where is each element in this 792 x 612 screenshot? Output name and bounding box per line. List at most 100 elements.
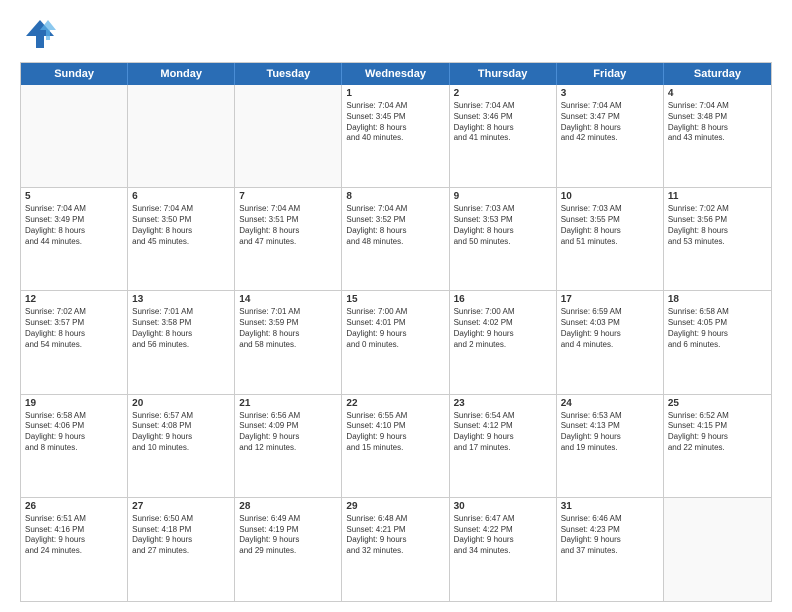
day-number: 26	[25, 501, 123, 512]
day-info: Sunrise: 6:58 AM Sunset: 4:05 PM Dayligh…	[668, 307, 767, 350]
day-cell-25: 25 Sunrise: 6:52 AM Sunset: 4:15 PM Dayli…	[664, 395, 771, 497]
day-info: Sunrise: 6:46 AM Sunset: 4:23 PM Dayligh…	[561, 514, 659, 557]
day-info: Sunrise: 6:57 AM Sunset: 4:08 PM Dayligh…	[132, 411, 230, 454]
day-info: Sunrise: 7:04 AM Sunset: 3:49 PM Dayligh…	[25, 204, 123, 247]
day-info: Sunrise: 6:52 AM Sunset: 4:15 PM Dayligh…	[668, 411, 767, 454]
day-number: 18	[668, 294, 767, 305]
header-day-sunday: Sunday	[21, 63, 128, 85]
header-day-saturday: Saturday	[664, 63, 771, 85]
day-cell-7: 7 Sunrise: 7:04 AM Sunset: 3:51 PM Daylig…	[235, 188, 342, 290]
day-cell-23: 23Sunrise: 6:54 AM Sunset: 4:12 PM Dayli…	[450, 395, 557, 497]
day-cell-18: 18 Sunrise: 6:58 AM Sunset: 4:05 PM Dayli…	[664, 291, 771, 393]
day-cell-30: 30 Sunrise: 6:47 AM Sunset: 4:22 PM Dayli…	[450, 498, 557, 601]
day-cell-11: 11 Sunrise: 7:02 AM Sunset: 3:56 PM Dayli…	[664, 188, 771, 290]
day-cell-20: 20 Sunrise: 6:57 AM Sunset: 4:08 PM Dayli…	[128, 395, 235, 497]
day-number: 17	[561, 294, 659, 305]
day-number: 3	[561, 88, 659, 99]
day-info: Sunrise: 6:47 AM Sunset: 4:22 PM Dayligh…	[454, 514, 552, 557]
day-info: Sunrise: 6:53 AM Sunset: 4:13 PM Dayligh…	[561, 411, 659, 454]
day-cell-8: 8 Sunrise: 7:04 AM Sunset: 3:52 PM Daylig…	[342, 188, 449, 290]
header-day-friday: Friday	[557, 63, 664, 85]
day-number: 9	[454, 191, 552, 202]
day-info: Sunrise: 7:04 AM Sunset: 3:46 PM Dayligh…	[454, 101, 552, 144]
day-info: Sunrise: 7:02 AM Sunset: 3:57 PM Dayligh…	[25, 307, 123, 350]
empty-cell	[235, 85, 342, 187]
empty-cell	[128, 85, 235, 187]
day-number: 29	[346, 501, 444, 512]
day-info: Sunrise: 6:58 AM Sunset: 4:06 PM Dayligh…	[25, 411, 123, 454]
day-cell-6: 6Sunrise: 7:04 AM Sunset: 3:50 PM Daylig…	[128, 188, 235, 290]
day-number: 24	[561, 398, 659, 409]
day-cell-21: 21 Sunrise: 6:56 AM Sunset: 4:09 PM Dayli…	[235, 395, 342, 497]
day-cell-19: 19 Sunrise: 6:58 AM Sunset: 4:06 PM Dayli…	[21, 395, 128, 497]
page: SundayMondayTuesdayWednesdayThursdayFrid…	[0, 0, 792, 612]
day-info: Sunrise: 7:03 AM Sunset: 3:55 PM Dayligh…	[561, 204, 659, 247]
calendar-header: SundayMondayTuesdayWednesdayThursdayFrid…	[21, 63, 771, 85]
day-info: Sunrise: 7:04 AM Sunset: 3:48 PM Dayligh…	[668, 101, 767, 144]
day-number: 4	[668, 88, 767, 99]
day-cell-27: 27 Sunrise: 6:50 AM Sunset: 4:18 PM Dayli…	[128, 498, 235, 601]
day-cell-14: 14 Sunrise: 7:01 AM Sunset: 3:59 PM Dayli…	[235, 291, 342, 393]
logo-icon	[20, 16, 56, 52]
day-cell-17: 17Sunrise: 6:59 AM Sunset: 4:03 PM Dayli…	[557, 291, 664, 393]
day-number: 7	[239, 191, 337, 202]
day-info: Sunrise: 7:04 AM Sunset: 3:52 PM Dayligh…	[346, 204, 444, 247]
day-number: 16	[454, 294, 552, 305]
logo	[20, 16, 60, 52]
day-number: 31	[561, 501, 659, 512]
day-info: Sunrise: 7:01 AM Sunset: 3:59 PM Dayligh…	[239, 307, 337, 350]
empty-cell	[21, 85, 128, 187]
day-cell-4: 4 Sunrise: 7:04 AM Sunset: 3:48 PM Daylig…	[664, 85, 771, 187]
week-row-4: 26 Sunrise: 6:51 AM Sunset: 4:16 PM Dayli…	[21, 498, 771, 601]
day-info: Sunrise: 6:49 AM Sunset: 4:19 PM Dayligh…	[239, 514, 337, 557]
day-info: Sunrise: 7:02 AM Sunset: 3:56 PM Dayligh…	[668, 204, 767, 247]
day-info: Sunrise: 7:04 AM Sunset: 3:47 PM Dayligh…	[561, 101, 659, 144]
day-number: 12	[25, 294, 123, 305]
day-number: 28	[239, 501, 337, 512]
day-number: 19	[25, 398, 123, 409]
day-number: 6	[132, 191, 230, 202]
day-number: 23	[454, 398, 552, 409]
calendar-body: 1 Sunrise: 7:04 AM Sunset: 3:45 PM Daylig…	[21, 85, 771, 601]
day-info: Sunrise: 7:04 AM Sunset: 3:45 PM Dayligh…	[346, 101, 444, 144]
day-number: 20	[132, 398, 230, 409]
header-day-wednesday: Wednesday	[342, 63, 449, 85]
day-number: 5	[25, 191, 123, 202]
day-number: 27	[132, 501, 230, 512]
week-row-2: 12 Sunrise: 7:02 AM Sunset: 3:57 PM Dayli…	[21, 291, 771, 394]
day-number: 11	[668, 191, 767, 202]
week-row-3: 19 Sunrise: 6:58 AM Sunset: 4:06 PM Dayli…	[21, 395, 771, 498]
day-info: Sunrise: 7:04 AM Sunset: 3:51 PM Dayligh…	[239, 204, 337, 247]
week-row-0: 1 Sunrise: 7:04 AM Sunset: 3:45 PM Daylig…	[21, 85, 771, 188]
header-day-thursday: Thursday	[450, 63, 557, 85]
day-cell-31: 31 Sunrise: 6:46 AM Sunset: 4:23 PM Dayli…	[557, 498, 664, 601]
day-cell-5: 5 Sunrise: 7:04 AM Sunset: 3:49 PM Daylig…	[21, 188, 128, 290]
day-info: Sunrise: 6:50 AM Sunset: 4:18 PM Dayligh…	[132, 514, 230, 557]
day-number: 25	[668, 398, 767, 409]
day-number: 21	[239, 398, 337, 409]
day-cell-15: 15 Sunrise: 7:00 AM Sunset: 4:01 PM Dayli…	[342, 291, 449, 393]
day-info: Sunrise: 6:48 AM Sunset: 4:21 PM Dayligh…	[346, 514, 444, 557]
week-row-1: 5 Sunrise: 7:04 AM Sunset: 3:49 PM Daylig…	[21, 188, 771, 291]
day-info: Sunrise: 6:51 AM Sunset: 4:16 PM Dayligh…	[25, 514, 123, 557]
day-cell-26: 26 Sunrise: 6:51 AM Sunset: 4:16 PM Dayli…	[21, 498, 128, 601]
day-cell-10: 10Sunrise: 7:03 AM Sunset: 3:55 PM Dayli…	[557, 188, 664, 290]
day-cell-1: 1 Sunrise: 7:04 AM Sunset: 3:45 PM Daylig…	[342, 85, 449, 187]
day-cell-3: 3 Sunrise: 7:04 AM Sunset: 3:47 PM Daylig…	[557, 85, 664, 187]
day-cell-16: 16 Sunrise: 7:00 AM Sunset: 4:02 PM Dayli…	[450, 291, 557, 393]
day-info: Sunrise: 7:00 AM Sunset: 4:01 PM Dayligh…	[346, 307, 444, 350]
day-number: 8	[346, 191, 444, 202]
day-cell-2: 2Sunrise: 7:04 AM Sunset: 3:46 PM Daylig…	[450, 85, 557, 187]
day-number: 30	[454, 501, 552, 512]
header-day-tuesday: Tuesday	[235, 63, 342, 85]
day-cell-28: 28 Sunrise: 6:49 AM Sunset: 4:19 PM Dayli…	[235, 498, 342, 601]
day-number: 1	[346, 88, 444, 99]
day-info: Sunrise: 6:56 AM Sunset: 4:09 PM Dayligh…	[239, 411, 337, 454]
day-number: 15	[346, 294, 444, 305]
day-cell-22: 22 Sunrise: 6:55 AM Sunset: 4:10 PM Dayli…	[342, 395, 449, 497]
day-cell-13: 13Sunrise: 7:01 AM Sunset: 3:58 PM Dayli…	[128, 291, 235, 393]
day-number: 22	[346, 398, 444, 409]
day-info: Sunrise: 7:00 AM Sunset: 4:02 PM Dayligh…	[454, 307, 552, 350]
day-info: Sunrise: 6:55 AM Sunset: 4:10 PM Dayligh…	[346, 411, 444, 454]
day-number: 14	[239, 294, 337, 305]
